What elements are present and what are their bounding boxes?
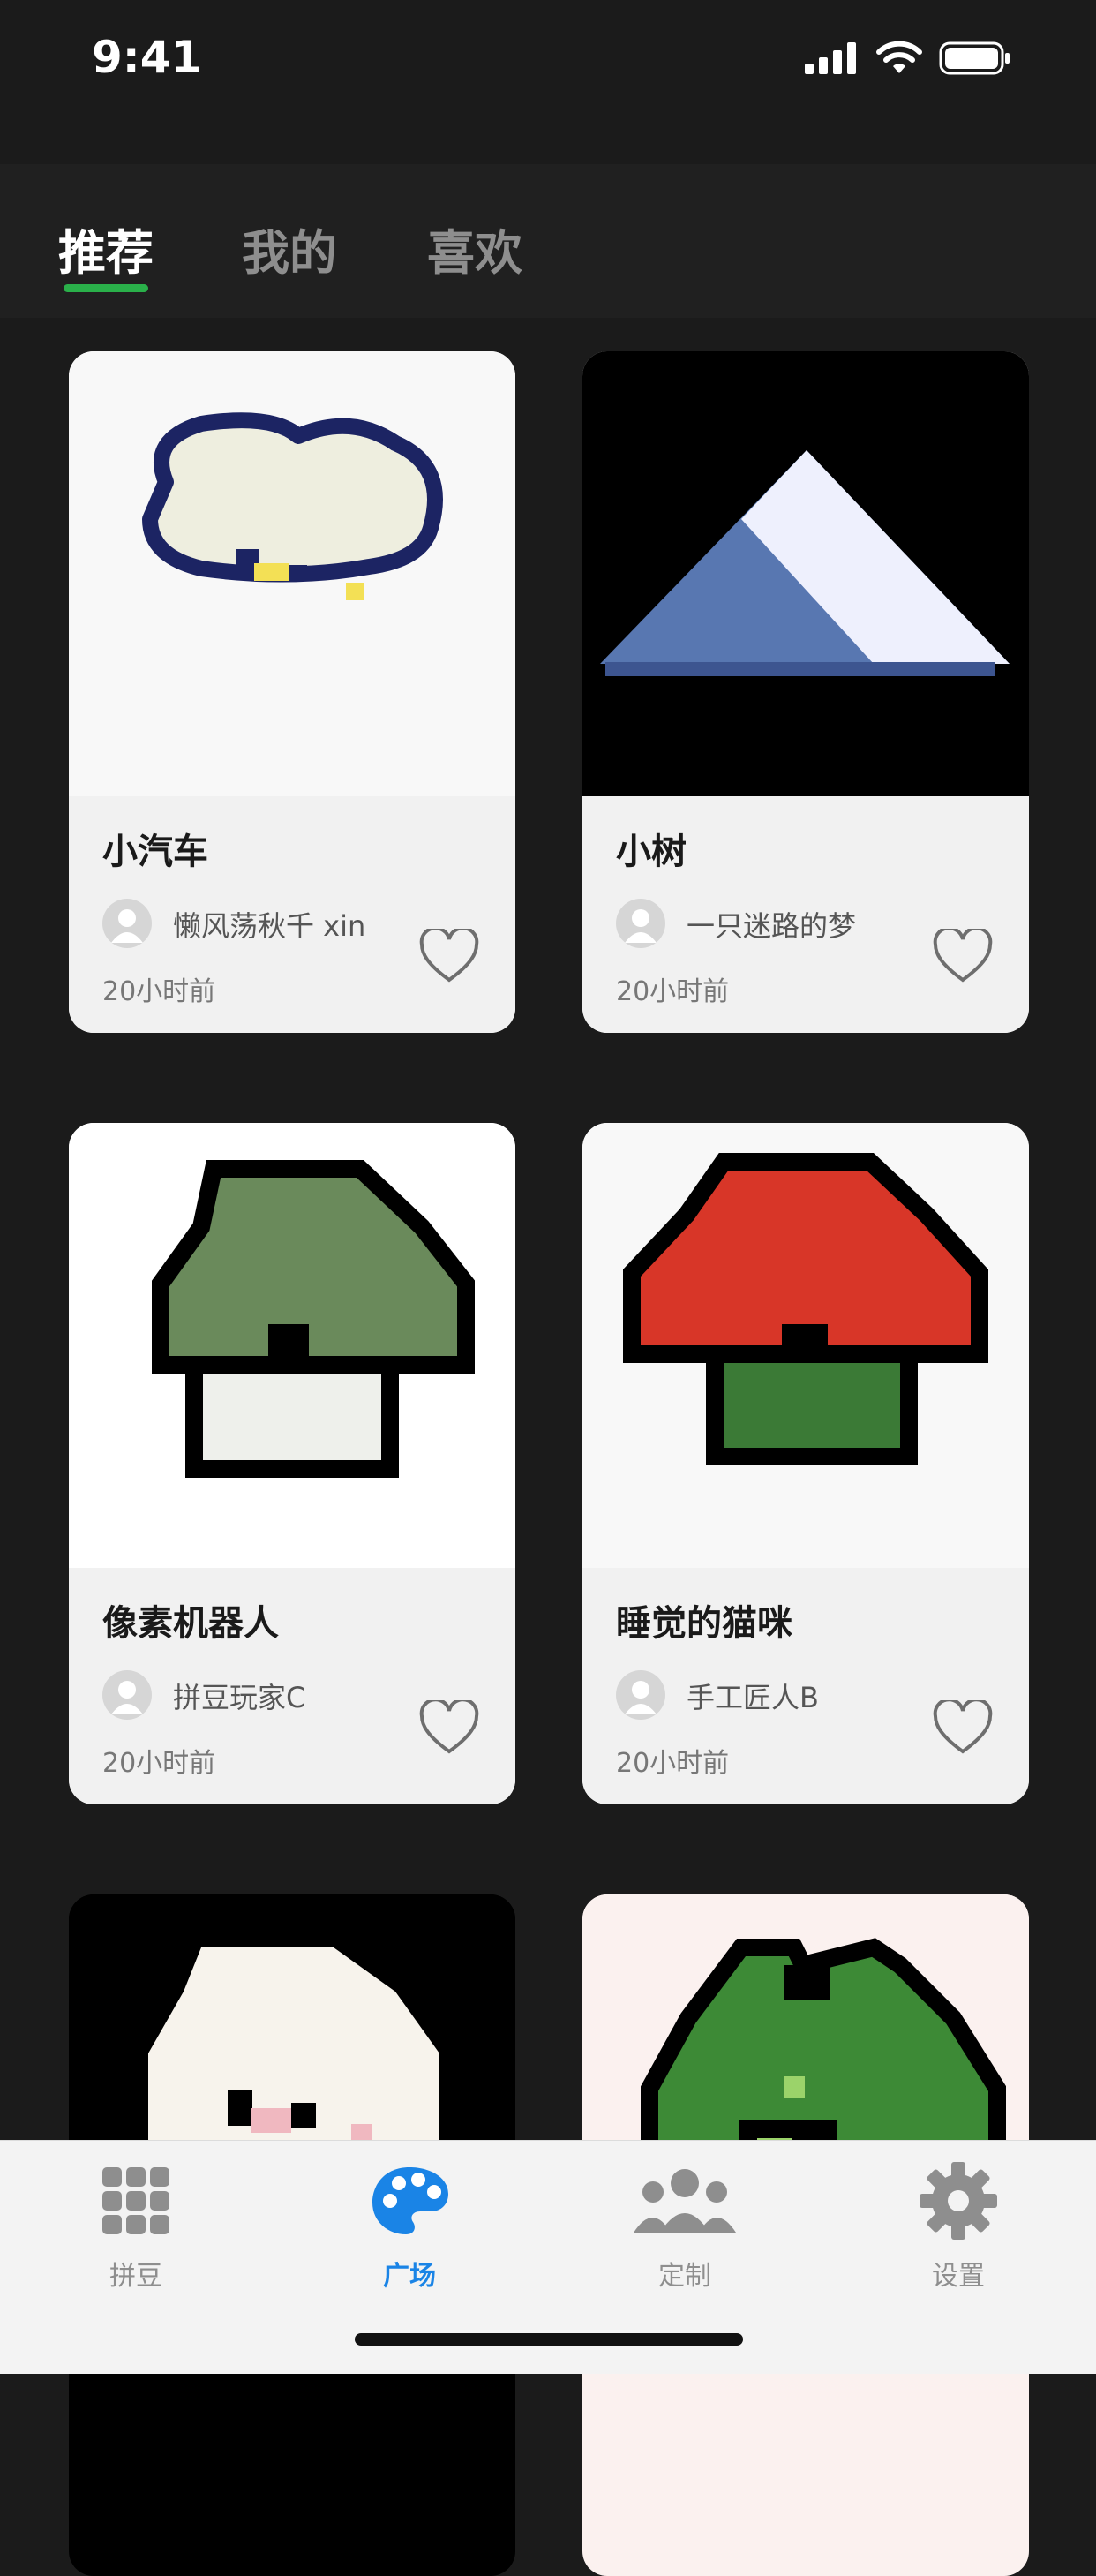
status-time: 9:41 [92, 32, 202, 83]
heart-icon[interactable] [932, 929, 994, 985]
tabbar-item-settings[interactable]: 设置 [870, 2158, 1047, 2293]
avatar[interactable] [102, 1670, 152, 1720]
artwork-card[interactable]: 小树 一只迷路的梦 20小时前 [582, 351, 1029, 1033]
card-info: 像素机器人 拼豆玩家C 20小时前 [69, 1568, 515, 1804]
card-time: 20小时前 [102, 1748, 216, 1779]
avatar[interactable] [616, 899, 665, 948]
bottom-tab-bar: 拼豆 广场 定制 设置 [0, 2140, 1096, 2374]
card-title: 像素机器人 [102, 1603, 279, 1644]
wifi-icon [876, 41, 922, 73]
artwork-image [582, 351, 1029, 796]
user-icon [625, 909, 657, 943]
people-icon [634, 2169, 736, 2233]
tab-liked[interactable]: 喜欢 [427, 214, 522, 283]
grid-icon [102, 2167, 169, 2234]
card-author: 拼豆玩家C [173, 1681, 306, 1714]
gear-icon [920, 2162, 997, 2240]
card-info: 小汽车 懒风荡秋千 xin 20小时前 [69, 796, 515, 1033]
card-info: 小树 一只迷路的梦 20小时前 [582, 796, 1029, 1033]
card-title: 睡觉的猫咪 [616, 1603, 792, 1644]
card-author: 手工匠人B [687, 1681, 819, 1714]
heart-icon[interactable] [418, 1700, 480, 1757]
tabbar-label: 广场 [383, 2261, 436, 2292]
status-icons [805, 39, 1011, 78]
tabbar-item-square[interactable]: 广场 [321, 2158, 498, 2293]
card-author: 懒风荡秋千 xin [173, 909, 366, 943]
artwork-image [582, 1123, 1029, 1568]
card-time: 20小时前 [616, 1748, 730, 1779]
card-info: 睡觉的猫咪 手工匠人B 20小时前 [582, 1568, 1029, 1804]
card-time: 20小时前 [102, 976, 216, 1007]
artwork-card[interactable]: 小汽车 懒风荡秋千 xin 20小时前 [69, 351, 515, 1033]
category-tabs: 推荐 我的 喜欢 [0, 164, 1096, 318]
card-time: 20小时前 [616, 976, 730, 1007]
battery-icon [939, 41, 1010, 75]
artwork-image [69, 1123, 515, 1568]
status-bar: 9:41 [0, 0, 1096, 124]
tabbar-item-custom[interactable]: 定制 [597, 2158, 773, 2293]
tabbar-label: 设置 [932, 2261, 985, 2292]
user-icon [111, 1681, 143, 1714]
home-indicator[interactable] [355, 2333, 743, 2346]
tab-recommend[interactable]: 推荐 [58, 214, 154, 283]
avatar[interactable] [102, 899, 152, 948]
card-title: 小树 [616, 832, 687, 872]
card-title: 小汽车 [102, 832, 208, 872]
tab-mine[interactable]: 我的 [242, 214, 337, 283]
user-icon [111, 909, 143, 943]
artwork-card[interactable]: 像素机器人 拼豆玩家C 20小时前 [69, 1123, 515, 1804]
palette-icon [372, 2167, 448, 2234]
artwork-card[interactable]: 睡觉的猫咪 手工匠人B 20小时前 [582, 1123, 1029, 1804]
card-author: 一只迷路的梦 [687, 909, 857, 943]
heart-icon[interactable] [418, 929, 480, 985]
user-icon [625, 1681, 657, 1714]
tabbar-label: 拼豆 [109, 2261, 162, 2292]
artwork-image [69, 351, 515, 796]
avatar[interactable] [616, 1670, 665, 1720]
tabbar-item-pindou[interactable]: 拼豆 [48, 2158, 224, 2293]
active-tab-indicator [64, 284, 148, 292]
heart-icon[interactable] [932, 1700, 994, 1757]
tabbar-label: 定制 [658, 2261, 711, 2292]
signal-icon [805, 42, 856, 74]
